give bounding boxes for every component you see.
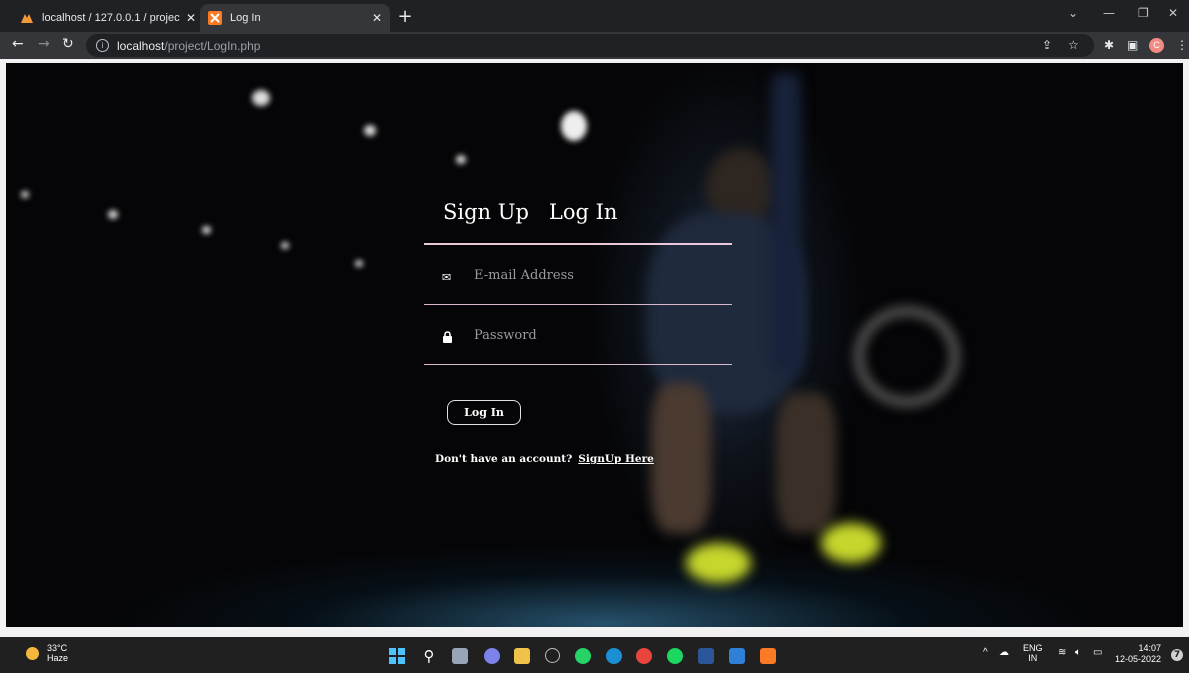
date: 12-05-2022 (1115, 654, 1162, 664)
obs-icon[interactable] (545, 648, 560, 663)
chrome-icon[interactable] (636, 648, 652, 664)
tab-sign-up[interactable]: Sign Up (443, 200, 529, 224)
vscode-icon[interactable] (729, 648, 745, 664)
language: ENG (1023, 643, 1043, 653)
stadium-light (108, 210, 118, 219)
notification-icon[interactable]: 7 (1171, 649, 1183, 661)
bookmark-star-icon[interactable]: ☆ (1068, 38, 1079, 52)
stadium-light (252, 90, 270, 106)
windows-taskbar: 33°C Haze ⚲ ^ ☁ ENG IN ≋ 🔈︎ ▭ 14:07 12-0… (0, 637, 1189, 673)
time: 14:07 (1138, 643, 1162, 653)
back-button[interactable]: ← (12, 36, 24, 52)
email-field: ✉ (424, 245, 732, 305)
player-leg (776, 393, 836, 533)
stadium-light (364, 125, 376, 136)
page-viewport: Sign Up Log In ✉ Log In Don't have an acc… (0, 59, 1189, 637)
xampp-icon[interactable] (760, 648, 776, 664)
weather-desc: Haze (47, 653, 69, 663)
form-tabs: Sign Up Log In (443, 200, 637, 224)
url-host: localhost (117, 38, 165, 53)
stadium-light (202, 226, 211, 234)
weather-widget[interactable]: 33°C Haze (26, 643, 68, 663)
side-panel-icon[interactable]: ▣ (1127, 38, 1138, 52)
spotify-icon[interactable] (667, 648, 683, 664)
task-view-icon[interactable] (452, 648, 468, 664)
restore-button[interactable]: ❐ (1138, 6, 1149, 20)
wifi-icon[interactable]: ≋ (1058, 647, 1066, 658)
tab-title: Log In (230, 12, 261, 24)
stadium-light (281, 242, 289, 249)
url-path: /project/LogIn.php (164, 38, 261, 53)
phpmyadmin-icon (21, 14, 33, 23)
player-shoe (821, 523, 881, 563)
racket (856, 308, 958, 405)
file-explorer-icon[interactable] (514, 648, 530, 664)
menu-kebab-icon[interactable]: ⋮ (1176, 38, 1188, 52)
xampp-icon (208, 11, 222, 25)
password-field (424, 305, 732, 365)
battery-icon[interactable]: ▭ (1093, 647, 1102, 658)
stadium-light (21, 191, 29, 198)
tab-phpmyadmin[interactable]: localhost / 127.0.0.1 / project / fe ✕ (12, 4, 204, 32)
close-tab-icon[interactable]: ✕ (186, 11, 196, 25)
search-icon[interactable]: ⚲ (421, 648, 437, 664)
forward-button[interactable]: → (38, 36, 50, 52)
teams-chat-icon[interactable] (484, 648, 500, 664)
signup-link[interactable]: SignUp Here (578, 453, 654, 465)
region: IN (1028, 653, 1038, 663)
shuttlecock (561, 111, 587, 141)
close-tab-icon[interactable]: ✕ (372, 11, 382, 25)
login-button[interactable]: Log In (447, 400, 521, 425)
edge-icon[interactable] (606, 648, 622, 664)
player-leg (651, 383, 711, 533)
email-input[interactable] (472, 262, 716, 288)
signup-prompt-text: Don't have an account? (435, 453, 573, 465)
sun-icon (26, 646, 39, 660)
browser-toolbar: ← → ↻ i localhost/project/LogIn.php ⇪ ☆ … (0, 32, 1189, 59)
tab-title: localhost / 127.0.0.1 / project / fe (42, 12, 180, 24)
stadium-light (456, 155, 466, 164)
new-tab-button[interactable]: + (394, 7, 416, 29)
player-shoe (686, 543, 751, 583)
site-info-icon[interactable]: i (96, 39, 109, 52)
tab-login[interactable]: Log In ✕ (200, 4, 390, 32)
language-indicator[interactable]: ENG IN (1023, 643, 1043, 663)
close-window-button[interactable]: ✕ (1168, 6, 1178, 20)
start-button[interactable] (389, 648, 405, 664)
tab-log-in[interactable]: Log In (549, 200, 618, 224)
profile-avatar[interactable]: C (1149, 38, 1164, 53)
reload-button[interactable]: ↻ (62, 36, 74, 52)
onedrive-icon[interactable]: ☁ (999, 647, 1009, 658)
tab-search-icon[interactable]: ⌄ (1068, 6, 1078, 20)
password-input[interactable] (472, 322, 716, 348)
whatsapp-icon[interactable] (575, 648, 591, 664)
clock[interactable]: 14:07 12-05-2022 (1115, 643, 1161, 665)
weather-temp: 33°C (47, 643, 68, 653)
background-image-badminton: Sign Up Log In ✉ Log In Don't have an acc… (6, 63, 1183, 627)
volume-icon[interactable]: 🔈︎ (1075, 647, 1081, 658)
lock-icon (442, 331, 453, 346)
signup-prompt: Don't have an account? SignUp Here (435, 453, 654, 465)
envelope-icon: ✉ (442, 271, 452, 284)
address-bar[interactable]: i localhost/project/LogIn.php (86, 34, 1094, 57)
stadium-light (355, 260, 363, 267)
minimize-button[interactable]: — (1103, 6, 1115, 20)
extensions-icon[interactable]: ✱ (1104, 38, 1114, 52)
word-icon[interactable] (698, 648, 714, 664)
share-icon[interactable]: ⇪ (1042, 38, 1052, 52)
tray-overflow-icon[interactable]: ^ (983, 647, 988, 658)
browser-tab-strip: localhost / 127.0.0.1 / project / fe ✕ L… (0, 0, 1189, 32)
background-pillar (771, 73, 801, 373)
